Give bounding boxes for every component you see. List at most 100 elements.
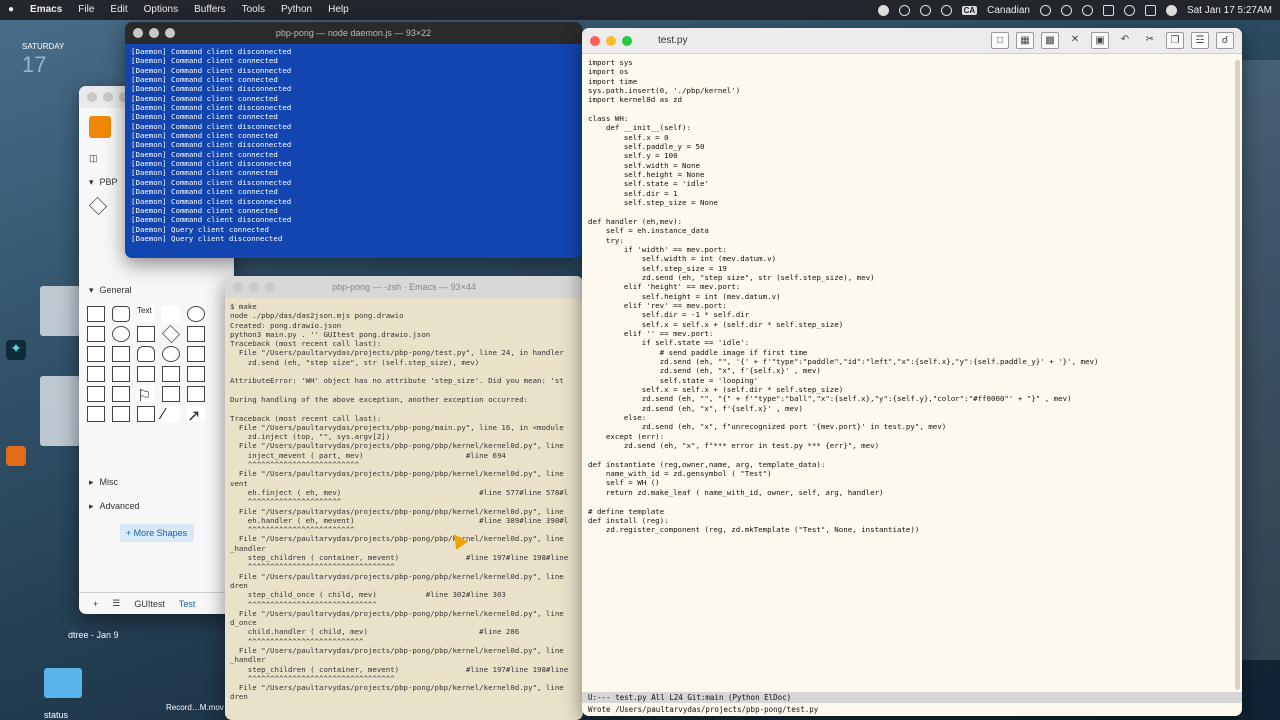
actor-shape-icon[interactable]: ⚐: [137, 386, 155, 405]
siri-icon[interactable]: [1165, 4, 1177, 16]
note-shape-icon[interactable]: [187, 366, 205, 382]
arrow-shape-icon[interactable]: ↗: [187, 406, 205, 425]
undo-icon[interactable]: ↶: [1116, 32, 1134, 49]
save-icon[interactable]: ▩: [1041, 32, 1059, 49]
process-shape-icon[interactable]: [137, 326, 155, 342]
tape-shape-icon[interactable]: [162, 366, 180, 382]
close-button[interactable]: [590, 35, 600, 46]
wifi-icon[interactable]: [1081, 4, 1093, 16]
circle-shape-icon[interactable]: [112, 326, 130, 342]
textbox-shape-icon[interactable]: [162, 306, 180, 322]
cloud-shape-icon[interactable]: [162, 346, 180, 362]
minimize-button[interactable]: [606, 35, 616, 46]
minimize-button[interactable]: [149, 28, 159, 38]
apple-menu-icon[interactable]: ●: [0, 0, 22, 20]
menu-edit[interactable]: Edit: [102, 0, 135, 20]
brightness-icon[interactable]: [898, 4, 910, 16]
close-button[interactable]: [87, 92, 97, 102]
input-source-label[interactable]: Canadian: [987, 5, 1030, 16]
hexagon-shape-icon[interactable]: [87, 346, 105, 362]
general-section-header[interactable]: ▾ General: [79, 278, 234, 302]
add-page-icon[interactable]: +: [93, 599, 98, 609]
open-folder-icon[interactable]: ▦: [1016, 32, 1034, 49]
menu-help[interactable]: Help: [320, 0, 357, 20]
ellipse-shape-icon[interactable]: [187, 306, 205, 322]
desktop-thumbnail[interactable]: [40, 286, 80, 336]
rectangle-shape-icon[interactable]: [87, 306, 105, 322]
menu-buffers[interactable]: Buffers: [186, 0, 234, 20]
new-file-icon[interactable]: □: [991, 32, 1009, 49]
spotlight-search-icon[interactable]: [1123, 4, 1135, 16]
zsh-titlebar: pbp-pong — -zsh · Emacs — 93×44: [225, 276, 583, 298]
page-tab-guitest[interactable]: GUItest: [134, 599, 165, 609]
callout-shape-icon[interactable]: [112, 386, 130, 402]
parallelogram-shape-icon[interactable]: [187, 326, 205, 342]
step-shape-icon[interactable]: [112, 366, 130, 382]
rounded-rectangle-shape-icon[interactable]: [112, 306, 130, 322]
line-shape-icon[interactable]: ∕: [162, 406, 180, 423]
menubar-clock[interactable]: Sat Jan 17 5:27AM: [1187, 5, 1272, 16]
square-shape-icon[interactable]: [87, 326, 105, 342]
dtree-file-label[interactable]: dtree - Jan 9: [68, 630, 119, 640]
diamond-shape-icon[interactable]: [88, 196, 108, 216]
folder-icon[interactable]: [44, 668, 82, 698]
headphones-icon[interactable]: [1039, 4, 1051, 16]
or-shape-icon[interactable]: [162, 386, 180, 402]
card-shape-icon[interactable]: [87, 386, 105, 402]
zoom-button[interactable]: [165, 28, 175, 38]
save-as-icon[interactable]: ▣: [1091, 32, 1109, 49]
advanced-section-header[interactable]: ▸ Advanced: [79, 494, 234, 518]
desktop-thumbnail[interactable]: [40, 376, 80, 446]
list-shape-icon[interactable]: [112, 406, 130, 422]
settings-gear-icon[interactable]: [919, 4, 931, 16]
more-shapes-button[interactable]: + More Shapes: [119, 524, 194, 542]
control-center-icon[interactable]: [1102, 4, 1114, 16]
drawio-logo-icon: [89, 116, 111, 138]
menu-app-emacs[interactable]: Emacs: [22, 0, 70, 20]
play-icon[interactable]: [940, 4, 952, 16]
input-source-badge[interactable]: CA: [961, 5, 978, 15]
minimize-button[interactable]: [103, 92, 113, 102]
recording-file-label[interactable]: Record…M.mov: [166, 703, 224, 712]
emacs-titlebar: test.py □ ▦ ▩ ✕ ▣ ↶ ✂ ❐ ☲ ☌: [582, 28, 1242, 54]
zoom-button[interactable]: [265, 282, 275, 292]
zsh-terminal-output[interactable]: $ make node ./pbp/das/das2json.mjs pong.…: [225, 298, 583, 706]
text-shape-icon[interactable]: Text: [137, 306, 155, 322]
and-shape-icon[interactable]: [187, 386, 205, 402]
app-dock-icon[interactable]: ✦: [6, 340, 26, 360]
close-button[interactable]: [133, 28, 143, 38]
close-button[interactable]: [233, 282, 243, 292]
page-tab-test[interactable]: Test: [179, 599, 196, 609]
status-folder-label[interactable]: status: [44, 710, 68, 720]
trapezoid-shape-icon[interactable]: [137, 366, 155, 382]
close-buffer-icon[interactable]: ✕: [1066, 32, 1084, 49]
menu-python[interactable]: Python: [273, 0, 320, 20]
cube-shape-icon[interactable]: [87, 366, 105, 382]
curly-bracket-shape-icon[interactable]: [137, 406, 155, 422]
pages-menu-icon[interactable]: ☰: [112, 598, 120, 609]
zoom-button[interactable]: [622, 35, 632, 46]
drawio-dock-icon[interactable]: [6, 446, 26, 466]
triangle-shape-icon[interactable]: [112, 346, 130, 362]
zsh-terminal-window: pbp-pong — -zsh · Emacs — 93×44 $ make n…: [225, 276, 583, 720]
search-icon[interactable]: ☌: [1216, 32, 1234, 49]
copy-icon[interactable]: ❐: [1166, 32, 1184, 49]
menu-file[interactable]: File: [70, 0, 102, 20]
menu-tools[interactable]: Tools: [234, 0, 273, 20]
paste-icon[interactable]: ☲: [1191, 32, 1209, 49]
code-editor-buffer[interactable]: import sys import os import time sys.pat…: [582, 54, 1242, 539]
table-shape-icon[interactable]: [87, 406, 105, 422]
daemon-terminal-output[interactable]: [Daemon] Command client disconnected [Da…: [125, 44, 582, 246]
screen-mirroring-icon[interactable]: [1144, 4, 1156, 16]
cut-icon[interactable]: ✂: [1141, 32, 1159, 49]
minimize-button[interactable]: [249, 282, 259, 292]
misc-section-label: Misc: [99, 477, 119, 487]
misc-section-header[interactable]: ▸ Misc: [79, 470, 234, 494]
editor-scrollbar[interactable]: [1235, 60, 1240, 690]
battery-icon[interactable]: [1060, 4, 1072, 16]
cylinder-shape-icon[interactable]: [137, 346, 155, 362]
internal-storage-shape-icon[interactable]: [187, 346, 205, 362]
diamond-shape-icon[interactable]: [161, 324, 181, 344]
menu-options[interactable]: Options: [136, 0, 186, 20]
record-icon[interactable]: [877, 4, 889, 16]
